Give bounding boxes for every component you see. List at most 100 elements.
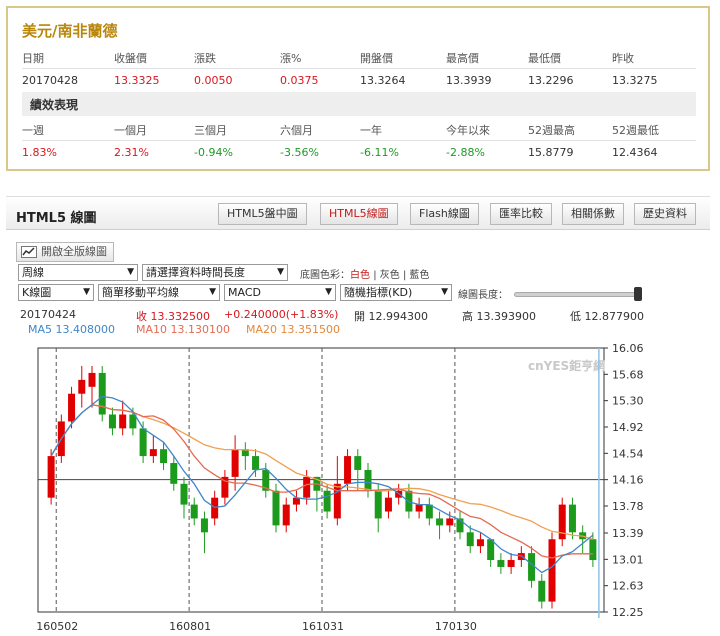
- perf-value-1m: 2.31%: [114, 146, 149, 159]
- value-close: 13.3325: [114, 74, 160, 87]
- tab-correlation[interactable]: 相關係數: [562, 203, 624, 225]
- candle-body: [200, 518, 208, 533]
- range-select-value: 請選擇資料時間長度: [146, 266, 245, 279]
- y-tick-label: 14.92: [612, 421, 644, 434]
- indicator2-select[interactable]: 隨機指標(KD) ▼: [340, 284, 452, 301]
- tab-html5-chart[interactable]: HTML5線圖: [320, 203, 398, 225]
- info-open: 開 12.994300: [354, 310, 428, 323]
- candle-body: [374, 490, 382, 519]
- dropdown-arrow-icon: ▼: [127, 267, 134, 277]
- tab-fx-compare[interactable]: 匯率比較: [490, 203, 552, 225]
- y-tick-label: 12.63: [612, 580, 644, 593]
- perf-value-1y: -6.11%: [360, 146, 399, 159]
- performance-bar: 績效表現: [22, 92, 696, 116]
- candle-body: [149, 449, 157, 457]
- dropdown-arrow-icon: ▼: [325, 287, 332, 297]
- candle-body: [272, 490, 280, 526]
- header-low: 最低價: [528, 52, 561, 65]
- background-color-options: 底圖色彩：白色 | 灰色 | 藍色: [300, 266, 430, 281]
- chart-panel-title: HTML5 線圖: [16, 211, 97, 226]
- candle-body: [282, 504, 290, 526]
- info-low: 低 12.877900: [570, 310, 644, 323]
- quote-title: 美元/南非蘭德: [22, 22, 118, 40]
- y-tick-label: 14.16: [612, 474, 644, 487]
- tab-html5-intraday[interactable]: HTML5盤中圖: [218, 203, 307, 225]
- candle-body: [323, 490, 331, 512]
- perf-header-1m: 一個月: [114, 124, 147, 137]
- candle-body: [497, 560, 505, 567]
- ma-info-line: MA5 13.408000 MA10 13.130100 MA20 13.351…: [28, 323, 528, 337]
- candle-body: [292, 497, 300, 505]
- dropdown-arrow-icon: ▼: [83, 287, 90, 297]
- tab-flash-chart[interactable]: Flash線圖: [410, 203, 479, 225]
- candlestick-chart[interactable]: cnYES鉅亨網 16.06 15.68 15.30 14.92 14.54 14.16 13…: [0, 338, 720, 636]
- header-change: 漲跌: [194, 52, 216, 65]
- y-tick-label: 13.78: [612, 500, 644, 513]
- x-tick-label: 170130: [435, 620, 477, 633]
- value-prev-close: 13.3275: [612, 74, 658, 87]
- performance-header-row: 一週 一個月 三個月 六個月 一年 今年以來 52週最高 52週最低: [22, 118, 696, 140]
- candle-body: [139, 428, 147, 457]
- value-change: 0.0050: [194, 74, 233, 87]
- dropdown-arrow-icon: ▼: [209, 287, 216, 297]
- candle-body: [589, 539, 597, 561]
- candle-body: [160, 449, 168, 464]
- candle-body: [344, 456, 352, 484]
- candle-body: [211, 497, 219, 519]
- chart-type-select[interactable]: K線圖 ▼: [18, 284, 94, 301]
- bg-white-option[interactable]: 白色: [350, 270, 370, 281]
- chart-length-slider-track[interactable]: [514, 292, 640, 297]
- candle-body: [231, 449, 239, 477]
- ma-type-select[interactable]: 簡單移動平均線 ▼: [98, 284, 220, 301]
- candle-body: [476, 539, 484, 547]
- info-ma5: MA5 13.408000: [28, 323, 115, 336]
- bg-blue-option[interactable]: 藍色: [410, 270, 430, 281]
- fullscreen-chart-button[interactable]: 開啟全版線圖: [16, 242, 114, 262]
- perf-value-52w-low: 12.4364: [612, 146, 658, 159]
- header-open: 開盤價: [360, 52, 393, 65]
- candle-body: [354, 456, 362, 470]
- info-change: +0.240000(+1.83%): [224, 308, 339, 321]
- chart-length-slider-handle[interactable]: [634, 287, 642, 301]
- candle-info-line: 20170424 收 13.332500 +0.240000(+1.83%) 開…: [20, 308, 660, 323]
- x-tick-label: 160502: [36, 620, 78, 633]
- bg-gray-option[interactable]: 灰色: [380, 270, 400, 281]
- candle-body: [425, 504, 433, 519]
- perf-value-3m: -0.94%: [194, 146, 233, 159]
- info-ma10: MA10 13.130100: [136, 323, 230, 336]
- range-select[interactable]: 請選擇資料時間長度 ▼: [142, 264, 288, 281]
- value-open: 13.3264: [360, 74, 406, 87]
- x-tick-label: 161031: [302, 620, 344, 633]
- separator: |: [373, 270, 377, 281]
- candle-body: [119, 414, 127, 429]
- indicator2-value: 隨機指標(KD): [344, 286, 413, 299]
- candle-body: [384, 497, 392, 512]
- candle-body: [180, 483, 188, 505]
- y-tick-label: 13.01: [612, 553, 644, 566]
- candle-body: [88, 372, 96, 387]
- candle-body: [170, 463, 178, 484]
- candle-body: [303, 476, 311, 498]
- tab-history[interactable]: 歷史資料: [634, 203, 696, 225]
- chart-panel-header: HTML5 線圖 HTML5盤中圖 HTML5線圖 Flash線圖 匯率比較 相…: [6, 196, 710, 230]
- perf-header-6m: 六個月: [280, 124, 313, 137]
- candle-body: [466, 532, 474, 547]
- y-tick-label: 13.39: [612, 527, 644, 540]
- perf-header-ytd: 今年以來: [446, 124, 490, 137]
- info-high: 高 13.393900: [462, 310, 536, 323]
- performance-title: 績效表現: [30, 98, 79, 112]
- perf-header-52w-low: 52週最低: [612, 124, 659, 137]
- perf-header-1w: 一週: [22, 124, 44, 137]
- dropdown-arrow-icon: ▼: [277, 267, 284, 277]
- period-select[interactable]: 周線 ▼: [18, 264, 138, 281]
- fullscreen-chart-label: 開啟全版線圖: [41, 245, 107, 258]
- candle-body: [78, 379, 86, 394]
- indicator1-select[interactable]: MACD ▼: [224, 284, 336, 301]
- candle-body: [252, 456, 260, 470]
- value-high: 13.3939: [446, 74, 492, 87]
- candle-body: [47, 456, 55, 498]
- candle-body: [548, 539, 556, 602]
- y-tick-label: 14.54: [612, 447, 644, 460]
- y-tick-label: 16.06: [612, 342, 644, 355]
- perf-value-6m: -3.56%: [280, 146, 319, 159]
